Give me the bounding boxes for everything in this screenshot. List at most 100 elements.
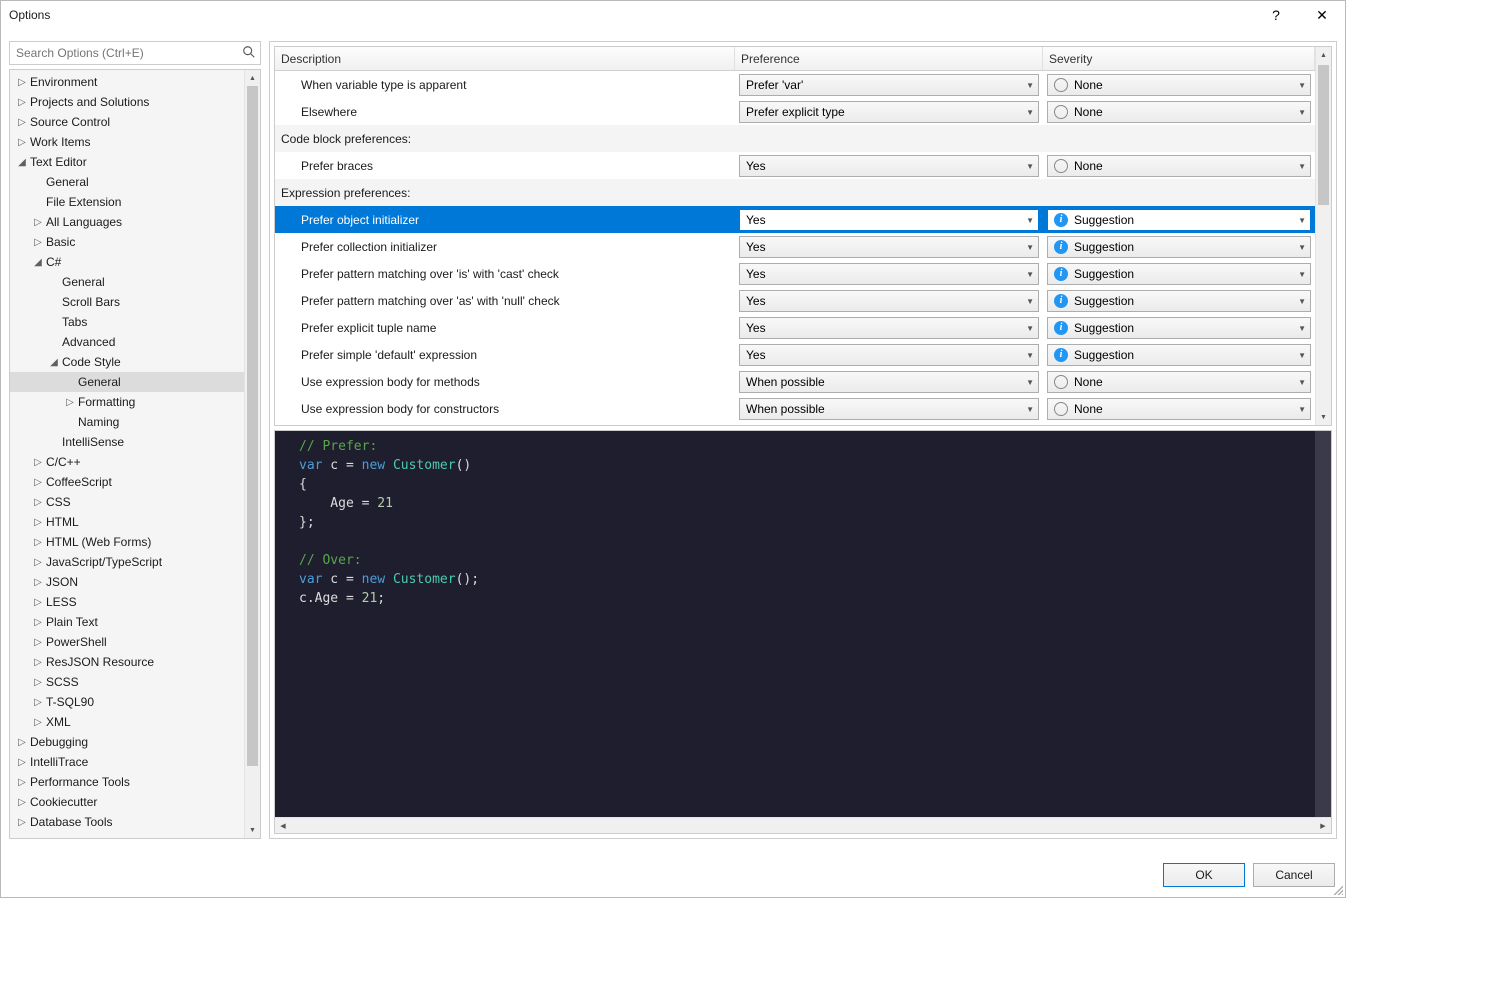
tree-item[interactable]: ▷Debugging [10,732,244,752]
tree-item[interactable]: Advanced [10,332,244,352]
chevron-right-icon[interactable]: ▷ [16,817,28,828]
tree-item[interactable]: General [10,372,244,392]
severity-dropdown[interactable]: iSuggestion▼ [1047,344,1311,366]
chevron-right-icon[interactable]: ▷ [16,137,28,148]
chevron-right-icon[interactable]: ▷ [32,517,44,528]
ok-button[interactable]: OK [1163,863,1245,887]
tree-item[interactable]: ▷HTML (Web Forms) [10,532,244,552]
tree-item[interactable]: File Extension [10,192,244,212]
chevron-right-icon[interactable]: ▷ [32,477,44,488]
chevron-right-icon[interactable]: ▷ [16,737,28,748]
preference-dropdown[interactable]: When possible▼ [739,398,1039,420]
preference-dropdown[interactable]: Yes▼ [739,155,1039,177]
scroll-up-icon[interactable]: ▲ [1316,47,1331,63]
help-button[interactable]: ? [1253,1,1299,29]
table-row[interactable]: ElsewherePrefer explicit type▼None▼ [275,98,1315,125]
preference-dropdown[interactable]: Yes▼ [739,263,1039,285]
tree-item[interactable]: ▷Database Tools [10,812,244,832]
tree-item[interactable]: ▷SCSS [10,672,244,692]
chevron-right-icon[interactable]: ▷ [32,497,44,508]
scroll-down-icon[interactable]: ▼ [1316,409,1331,425]
tree-item[interactable]: Scroll Bars [10,292,244,312]
table-row[interactable]: When variable type is apparentPrefer 'va… [275,71,1315,98]
severity-dropdown[interactable]: iSuggestion▼ [1047,290,1311,312]
tree-item[interactable]: ▷PowerShell [10,632,244,652]
preference-dropdown[interactable]: Yes▼ [739,209,1039,231]
chevron-right-icon[interactable]: ▷ [32,617,44,628]
tree-item[interactable]: ▷All Languages [10,212,244,232]
chevron-down-icon[interactable]: ◢ [32,257,44,268]
table-row[interactable]: Prefer bracesYes▼None▼ [275,152,1315,179]
chevron-right-icon[interactable]: ▷ [16,117,28,128]
preference-dropdown[interactable]: When possible▼ [739,371,1039,393]
preference-dropdown[interactable]: Yes▼ [739,236,1039,258]
header-severity[interactable]: Severity [1043,47,1315,70]
scroll-up-icon[interactable]: ▲ [245,70,260,86]
tree-item[interactable]: ▷Work Items [10,132,244,152]
chevron-right-icon[interactable]: ▷ [32,657,44,668]
search-input[interactable] [10,46,260,60]
table-row[interactable]: Use expression body for constructorsWhen… [275,395,1315,422]
scroll-left-icon[interactable]: ◀ [275,818,291,833]
tree-item[interactable]: IntelliSense [10,432,244,452]
tree-item[interactable]: ▷ResJSON Resource [10,652,244,672]
tree-item[interactable]: ▷Source Control [10,112,244,132]
tree-item[interactable]: ▷CSS [10,492,244,512]
chevron-right-icon[interactable]: ▷ [16,97,28,108]
scroll-down-icon[interactable]: ▼ [245,822,260,838]
tree-item[interactable]: ▷Projects and Solutions [10,92,244,112]
severity-dropdown[interactable]: None▼ [1047,371,1311,393]
resize-grip[interactable] [1331,883,1343,895]
tree-item[interactable]: ▷Formatting [10,392,244,412]
table-scrollbar[interactable]: ▲ ▼ [1315,47,1331,425]
severity-dropdown[interactable]: iSuggestion▼ [1047,209,1311,231]
tree-item[interactable]: ◢C# [10,252,244,272]
preference-dropdown[interactable]: Prefer explicit type▼ [739,101,1039,123]
tree-item[interactable]: ▷CoffeeScript [10,472,244,492]
tree-scrollbar[interactable]: ▲ ▼ [244,70,260,838]
tree-item[interactable]: ▷JSON [10,572,244,592]
tree-item[interactable]: General [10,172,244,192]
tree-item[interactable]: Naming [10,412,244,432]
tree-item[interactable]: ▷Basic [10,232,244,252]
tree-item[interactable]: ▷XML [10,712,244,732]
tree-item[interactable]: ▷HTML [10,512,244,532]
preference-dropdown[interactable]: Yes▼ [739,290,1039,312]
table-row[interactable]: Prefer object initializerYes▼iSuggestion… [275,206,1315,233]
tree-item[interactable]: ▷C/C++ [10,452,244,472]
tree-item[interactable]: ▷IntelliTrace [10,752,244,772]
tree-item[interactable]: ▷Environment [10,72,244,92]
tree-item[interactable]: Tabs [10,312,244,332]
chevron-right-icon[interactable]: ▷ [32,717,44,728]
chevron-right-icon[interactable]: ▷ [16,797,28,808]
header-preference[interactable]: Preference [735,47,1043,70]
chevron-right-icon[interactable]: ▷ [32,637,44,648]
table-row[interactable]: Prefer simple 'default' expressionYes▼iS… [275,341,1315,368]
preference-dropdown[interactable]: Yes▼ [739,317,1039,339]
tree-item[interactable]: ▷Plain Text [10,612,244,632]
code-hscrollbar[interactable]: ◀ ▶ [275,817,1331,833]
tree-item[interactable]: ▷LESS [10,592,244,612]
chevron-right-icon[interactable]: ▷ [32,237,44,248]
severity-dropdown[interactable]: iSuggestion▼ [1047,317,1311,339]
tree-item[interactable]: ◢Text Editor [10,152,244,172]
severity-dropdown[interactable]: None▼ [1047,398,1311,420]
chevron-right-icon[interactable]: ▷ [32,677,44,688]
chevron-right-icon[interactable]: ▷ [32,697,44,708]
table-row[interactable]: Use expression body for methodsWhen poss… [275,368,1315,395]
tree-item[interactable]: ▷T-SQL90 [10,692,244,712]
chevron-right-icon[interactable]: ▷ [16,777,28,788]
table-row[interactable]: Prefer collection initializerYes▼iSugges… [275,233,1315,260]
chevron-right-icon[interactable]: ▷ [16,77,28,88]
scroll-right-icon[interactable]: ▶ [1315,818,1331,833]
severity-dropdown[interactable]: iSuggestion▼ [1047,263,1311,285]
scroll-thumb[interactable] [1318,65,1329,205]
table-row[interactable]: Prefer pattern matching over 'is' with '… [275,260,1315,287]
severity-dropdown[interactable]: None▼ [1047,155,1311,177]
severity-dropdown[interactable]: None▼ [1047,101,1311,123]
chevron-right-icon[interactable]: ▷ [32,217,44,228]
cancel-button[interactable]: Cancel [1253,863,1335,887]
tree-item[interactable]: ▷JavaScript/TypeScript [10,552,244,572]
chevron-right-icon[interactable]: ▷ [32,557,44,568]
scroll-thumb[interactable] [247,86,258,766]
